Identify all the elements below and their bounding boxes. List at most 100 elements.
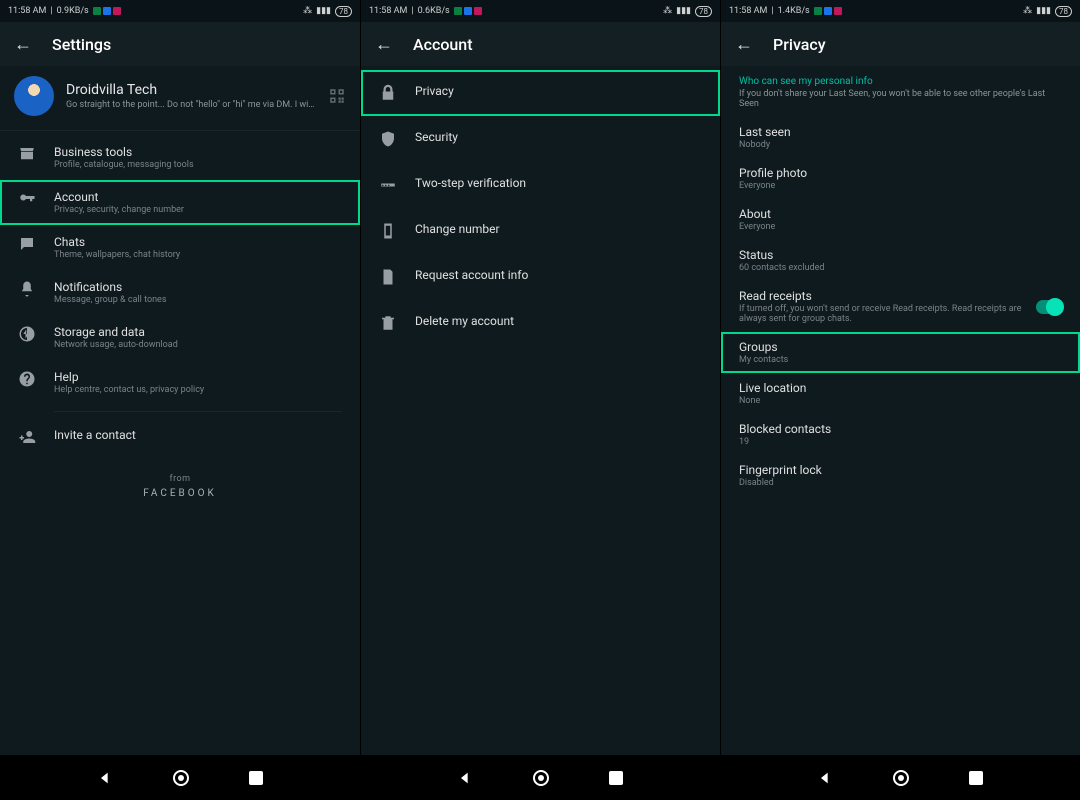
store-icon [18, 145, 36, 163]
item-title: Business tools [54, 145, 342, 159]
nav-recents-icon[interactable] [609, 771, 623, 785]
header: ← Settings [0, 22, 360, 66]
nav-home-icon[interactable] [893, 770, 909, 786]
item-title: Storage and data [54, 325, 342, 339]
signal-icon: ▮▮▮ [316, 6, 331, 16]
nav-home-icon[interactable] [533, 770, 549, 786]
item-sub: Network usage, auto-download [54, 340, 342, 350]
privacy-item-live-location[interactable]: Live locationNone [721, 373, 1080, 414]
item-title: Change number [415, 222, 702, 236]
item-sub: Privacy, security, change number [54, 205, 342, 215]
nav-back-icon[interactable] [817, 770, 833, 786]
item-sub: My contacts [739, 355, 1062, 365]
account-item-two-step-verification[interactable]: Two-step verification [361, 162, 720, 208]
item-title: Status [739, 248, 1062, 262]
page-title: Privacy [773, 35, 826, 54]
item-sub: Disabled [739, 478, 1062, 488]
item-title: About [739, 207, 1062, 221]
back-icon[interactable]: ← [14, 34, 32, 55]
nav-home-icon[interactable] [173, 770, 189, 786]
nav-recents-icon[interactable] [249, 771, 263, 785]
trash-icon [379, 314, 397, 332]
number-icon [379, 222, 397, 240]
key-icon [18, 190, 36, 208]
from-block: from FACEBOOK [0, 474, 360, 499]
item-sub: Profile, catalogue, messaging tools [54, 160, 342, 170]
page-title: Account [413, 35, 473, 54]
settings-item-business-tools[interactable]: Business toolsProfile, catalogue, messag… [0, 135, 360, 180]
account-item-change-number[interactable]: Change number [361, 208, 720, 254]
facebook-brand: FACEBOOK [0, 488, 360, 499]
signal-icon: ▮▮▮ [676, 6, 691, 16]
battery-icon: 78 [335, 6, 352, 17]
signal-icon: ▮▮▮ [1036, 6, 1051, 16]
privacy-item-last-seen[interactable]: Last seenNobody [721, 117, 1080, 158]
privacy-item-fingerprint-lock[interactable]: Fingerprint lockDisabled [721, 455, 1080, 496]
settings-item-storage-and-data[interactable]: Storage and dataNetwork usage, auto-down… [0, 315, 360, 360]
item-sub: 60 contacts excluded [739, 263, 1062, 273]
status-time: 11:58 AM [8, 6, 46, 16]
item-sub: None [739, 396, 1062, 406]
privacy-item-profile-photo[interactable]: Profile photoEveryone [721, 158, 1080, 199]
account-item-delete-my-account[interactable]: Delete my account [361, 300, 720, 346]
settings-item-help[interactable]: HelpHelp centre, contact us, privacy pol… [0, 360, 360, 405]
settings-item-invite-a-contact[interactable]: Invite a contact [0, 418, 360, 456]
item-title: Account [54, 190, 342, 204]
account-item-security[interactable]: Security [361, 116, 720, 162]
invite-icon [18, 428, 36, 446]
item-sub: Everyone [739, 222, 1062, 232]
item-title: Chats [54, 235, 342, 249]
page-title: Settings [52, 35, 111, 54]
item-sub: Theme, wallpapers, chat history [54, 250, 342, 260]
item-title: Request account info [415, 268, 702, 282]
avatar [14, 76, 54, 116]
status-rate: 0.9KB/s [57, 6, 89, 16]
bell-icon [18, 280, 36, 298]
nav-back-icon[interactable] [97, 770, 113, 786]
privacy-item-groups[interactable]: GroupsMy contacts [721, 332, 1080, 373]
back-icon[interactable]: ← [375, 34, 393, 55]
profile-row[interactable]: Droidvilla Tech Go straight to the point… [0, 66, 360, 126]
panel-account: 11:58 AM | 0.6KB/s ⁂ ▮▮▮ 78 ← Account Pr… [360, 0, 720, 755]
read-receipts-title: Read receipts [739, 289, 1036, 303]
lock-icon [379, 84, 397, 102]
read-receipts-sub: If turned off, you won't send or receive… [739, 304, 1036, 324]
status-app-icons [93, 7, 121, 15]
item-title: Privacy [415, 84, 702, 98]
account-item-request-account-info[interactable]: Request account info [361, 254, 720, 300]
back-icon[interactable]: ← [735, 34, 753, 55]
status-bar: 11:58 AM | 0.6KB/s ⁂ ▮▮▮ 78 [361, 0, 720, 22]
bluetooth-icon: ⁂ [1023, 6, 1032, 16]
status-app-icons [454, 7, 482, 15]
status-rate: 0.6KB/s [418, 6, 450, 16]
item-sub: Nobody [739, 140, 1062, 150]
twostep-icon [379, 176, 397, 194]
status-bar: 11:58 AM | 0.9KB/s ⁂ ▮▮▮ 78 [0, 0, 360, 22]
item-title: Help [54, 370, 342, 384]
item-title: Live location [739, 381, 1062, 395]
settings-item-chats[interactable]: ChatsTheme, wallpapers, chat history [0, 225, 360, 270]
privacy-item-blocked-contacts[interactable]: Blocked contacts19 [721, 414, 1080, 455]
nav-back-icon[interactable] [457, 770, 473, 786]
settings-item-account[interactable]: AccountPrivacy, security, change number [0, 180, 360, 225]
privacy-item-about[interactable]: AboutEveryone [721, 199, 1080, 240]
privacy-item-status[interactable]: Status60 contacts excluded [721, 240, 1080, 281]
nav-recents-icon[interactable] [969, 771, 983, 785]
account-item-privacy[interactable]: Privacy [361, 70, 720, 116]
qr-icon[interactable] [328, 87, 346, 105]
read-receipts-toggle[interactable] [1036, 300, 1062, 314]
item-title: Two-step verification [415, 176, 702, 190]
item-title: Notifications [54, 280, 342, 294]
section-label: Who can see my personal info [721, 66, 1080, 87]
help-icon [18, 370, 36, 388]
profile-sub: Go straight to the point... Do not "hell… [66, 100, 316, 110]
settings-item-notifications[interactable]: NotificationsMessage, group & call tones [0, 270, 360, 315]
profile-name: Droidvilla Tech [66, 82, 316, 98]
panel-settings: 11:58 AM | 0.9KB/s ⁂ ▮▮▮ 78 ← Settings D… [0, 0, 360, 755]
read-receipts-row[interactable]: Read receipts If turned off, you won't s… [721, 281, 1080, 332]
header: ← Account [361, 22, 720, 66]
item-title: Invite a contact [54, 428, 342, 442]
storage-icon [18, 325, 36, 343]
item-sub: Message, group & call tones [54, 295, 342, 305]
bluetooth-icon: ⁂ [663, 6, 672, 16]
